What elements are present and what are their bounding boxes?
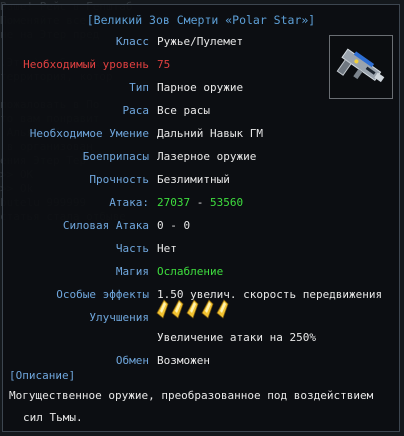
attack-max: 53560 <box>210 196 244 209</box>
yellow-gem-icon <box>186 299 199 319</box>
stat-label: Класс <box>115 35 149 48</box>
stat-label: Магия <box>115 265 149 278</box>
stat-label: Атака: <box>109 196 149 209</box>
stat-label: Раса <box>122 104 150 117</box>
description-header: [Описание] <box>9 369 76 382</box>
stat-value: Дальний Навык ГМ <box>157 127 263 140</box>
stat-row-part: Часть Нет <box>3 240 401 258</box>
stat-label: Тип <box>129 81 149 94</box>
stat-value: Все расы <box>157 104 210 117</box>
stat-label: Особые эффекты <box>56 288 149 301</box>
stat-row-durability: Прочность Безлимитный <box>3 171 401 189</box>
stat-row-class: Класс Ружье/Пулемет <box>3 33 401 51</box>
stat-row-exchange: Обмен Возможен <box>3 352 401 370</box>
stat-label: Силовая Атака <box>62 219 149 232</box>
stat-value: 75 <box>157 58 171 71</box>
stat-value: Парное оружие <box>157 81 244 94</box>
description-line: Могущественное оружие, преобразованное п… <box>9 389 374 402</box>
stat-row-required-level: Необходимый уровень 75 <box>3 56 401 74</box>
stat-value: Безлимитный <box>157 173 230 186</box>
stat-label: Прочность <box>89 173 149 186</box>
stat-value: Возможен <box>157 354 210 367</box>
stat-label: Необходимый уровень <box>23 58 149 71</box>
attack-min: 27037 <box>157 196 191 209</box>
stat-row-attack: Атака: 27037 - 53560 <box>3 194 401 212</box>
stat-label: Боеприпасы <box>82 150 149 163</box>
stat-row-type: Тип Парное оружие <box>3 79 401 97</box>
stat-value: 27037 - 53560 <box>157 194 243 212</box>
stat-label: Необходимое Умение <box>29 127 149 140</box>
stat-value: Лазерное оружие <box>157 150 257 163</box>
stat-row-force-attack: Силовая Атака 0 - 0 <box>3 217 401 235</box>
item-title: [Великий Зов Смерти «Polar Star»] <box>86 13 316 27</box>
item-tooltip: [Великий Зов Смерти «Polar Star»] Класс … <box>2 4 400 432</box>
stat-row-race: Раса Все расы <box>3 102 401 120</box>
yellow-gem-icon <box>156 299 169 319</box>
stat-value: 0 - 0 <box>157 219 191 232</box>
description-text: Могущественное оружие, преобразованное п… <box>9 385 395 429</box>
stat-label: Улучшения <box>89 311 149 324</box>
yellow-gem-icon <box>216 299 229 319</box>
stat-value: Ружье/Пулемет <box>157 35 244 48</box>
stat-row-ammo: Боеприпасы Лазерное оружие <box>3 148 401 166</box>
stat-row-magic: Магия Ослабление <box>3 263 401 281</box>
stat-value: Ослабление <box>157 265 224 278</box>
description-line: сил Тьмы. <box>23 411 83 424</box>
stat-value: Нет <box>157 242 177 255</box>
yellow-gem-icon <box>171 299 184 319</box>
stat-row-upgrade-effect: Увеличение атаки на 250% <box>3 329 401 347</box>
stat-label: Обмен <box>115 354 149 367</box>
stat-row-required-skill: Необходимое Умение Дальний Навык ГМ <box>3 125 401 143</box>
yellow-gem-icon <box>201 299 214 319</box>
attack-separator: - <box>190 196 210 209</box>
stat-label: Часть <box>115 242 149 255</box>
stat-value: Увеличение атаки на 250% <box>157 331 316 344</box>
